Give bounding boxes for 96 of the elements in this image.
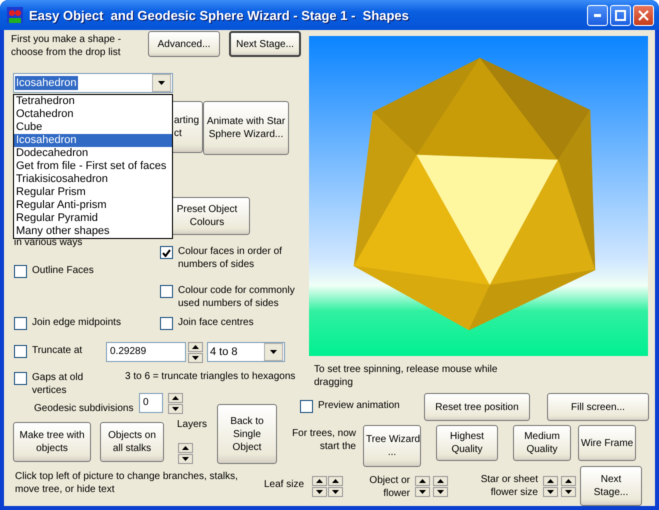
spin-down-button[interactable] xyxy=(188,353,203,363)
checkbox-label: Preview animation xyxy=(318,399,400,412)
spin-up-button[interactable] xyxy=(433,476,448,486)
spin-up-button[interactable] xyxy=(561,476,576,486)
push-button[interactable]: Wire Frame xyxy=(578,425,636,461)
down-arrow-icon xyxy=(419,490,426,494)
label-text: First you make a shape - choose from the drop list xyxy=(11,33,122,59)
up-arrow-icon xyxy=(182,446,189,450)
maximize-button[interactable] xyxy=(610,5,631,26)
spin-up-button[interactable] xyxy=(328,476,343,486)
checkbox[interactable] xyxy=(14,265,27,278)
checkbox[interactable] xyxy=(14,317,27,330)
checkbox[interactable] xyxy=(160,246,173,259)
close-icon xyxy=(638,10,649,21)
up-arrow-icon xyxy=(192,345,199,349)
spin-down-button[interactable] xyxy=(328,487,343,497)
push-button[interactable]: Medium Quality xyxy=(513,425,571,461)
down-arrow-icon xyxy=(316,490,323,494)
list-item[interactable]: Triakisicosahedron xyxy=(14,173,172,186)
push-button[interactable]: Animate with Star Sphere Wizard... xyxy=(203,101,289,155)
checkbox-label: Colour code for commonly used numbers of sides xyxy=(178,284,295,310)
spin-up-button[interactable] xyxy=(543,476,558,486)
list-item[interactable]: Get from file - First set of faces xyxy=(14,160,172,173)
down-arrow-icon xyxy=(565,490,572,494)
push-button[interactable]: Highest Quality xyxy=(436,425,498,461)
checkbox[interactable] xyxy=(160,285,173,298)
down-arrow-icon xyxy=(437,490,444,494)
down-arrow-icon xyxy=(192,356,199,360)
checkbox[interactable] xyxy=(14,372,27,385)
app-icon xyxy=(7,7,23,23)
push-button[interactable]: Reset tree position xyxy=(424,393,530,421)
label-text: Star or sheet flower size xyxy=(480,473,538,499)
list-item[interactable]: Icosahedron xyxy=(14,134,172,147)
push-button[interactable]: Advanced... xyxy=(148,31,220,57)
push-button[interactable]: Fill screen... xyxy=(547,393,649,421)
spin-up-button[interactable] xyxy=(168,393,183,403)
push-button[interactable]: Back to Single Object xyxy=(217,404,277,464)
minimize-button[interactable] xyxy=(587,5,608,26)
checkbox[interactable] xyxy=(14,345,27,358)
down-arrow-icon xyxy=(547,490,554,494)
label-text: Leaf size xyxy=(264,478,306,491)
down-arrow-icon xyxy=(182,457,189,461)
number-field[interactable]: 0.29289 xyxy=(106,342,186,362)
push-button[interactable]: Make tree with objects xyxy=(13,422,91,462)
push-button[interactable]: Next Stage... xyxy=(580,466,642,506)
down-arrow-icon xyxy=(270,350,277,354)
spin-up-button[interactable] xyxy=(188,342,203,352)
close-button[interactable] xyxy=(633,5,654,26)
up-arrow-icon xyxy=(332,479,339,483)
spin-down-button[interactable] xyxy=(415,487,430,497)
up-arrow-icon xyxy=(172,396,179,400)
render-view[interactable] xyxy=(309,36,648,356)
label-text: For trees, now start the xyxy=(291,427,356,453)
label-text: in various ways xyxy=(14,236,84,249)
label-text: 3 to 6 = truncate triangles to hexagons xyxy=(125,370,296,383)
checkbox-label: Gaps at old vertices xyxy=(32,371,84,397)
checkbox-label: Join edge midpoints xyxy=(32,316,121,329)
up-arrow-icon xyxy=(565,479,572,483)
number-field[interactable]: 0 xyxy=(139,393,163,413)
spin-down-button[interactable] xyxy=(433,487,448,497)
checkbox-label: Colour faces in order of numbers of sides xyxy=(178,245,282,271)
checkbox-label: Join face centres xyxy=(178,316,254,329)
label-text: To set tree spinning, release mouse while dragging xyxy=(314,363,498,389)
push-button[interactable]: Objects on all stalks xyxy=(100,422,164,462)
minimize-icon xyxy=(594,14,601,17)
spin-down-button[interactable] xyxy=(312,487,327,497)
checkbox[interactable] xyxy=(160,317,173,330)
label-text: Object or flower xyxy=(368,474,410,500)
up-arrow-icon xyxy=(437,479,444,483)
up-arrow-icon xyxy=(419,479,426,483)
push-button[interactable]: Tree Wizard ... xyxy=(363,425,421,467)
spin-down-button[interactable] xyxy=(178,454,193,464)
label-text: Geodesic subdivisions xyxy=(34,402,134,415)
spin-up-button[interactable] xyxy=(312,476,327,486)
spin-down-button[interactable] xyxy=(168,404,183,414)
check-icon xyxy=(162,248,171,256)
down-arrow-icon xyxy=(158,81,165,85)
up-arrow-icon xyxy=(547,479,554,483)
maximize-icon xyxy=(615,10,626,21)
dropdown-field[interactable]: 4 to 8 xyxy=(207,342,285,362)
spin-up-button[interactable] xyxy=(415,476,430,486)
label-text: Layers xyxy=(177,418,208,431)
window-title: Easy Object and Geodesic Sphere Wizard - Stage 1 - Shapes xyxy=(29,8,409,22)
checkbox-label: Truncate at xyxy=(32,344,82,357)
spin-up-button[interactable] xyxy=(178,443,193,453)
spin-down-button[interactable] xyxy=(561,487,576,497)
down-arrow-icon xyxy=(332,490,339,494)
spin-down-button[interactable] xyxy=(543,487,558,497)
down-arrow-icon xyxy=(172,407,179,411)
list-item[interactable]: Regular Prism xyxy=(14,186,172,199)
checkbox[interactable] xyxy=(300,400,313,413)
label-text: Click top left of picture to change branches, stalks, move tree, or hide text xyxy=(15,470,239,496)
up-arrow-icon xyxy=(316,479,323,483)
checkbox-label: Outline Faces xyxy=(32,264,94,277)
dropdown-field[interactable]: Icosahedron xyxy=(13,73,173,93)
push-button[interactable]: Next Stage... xyxy=(229,31,301,57)
